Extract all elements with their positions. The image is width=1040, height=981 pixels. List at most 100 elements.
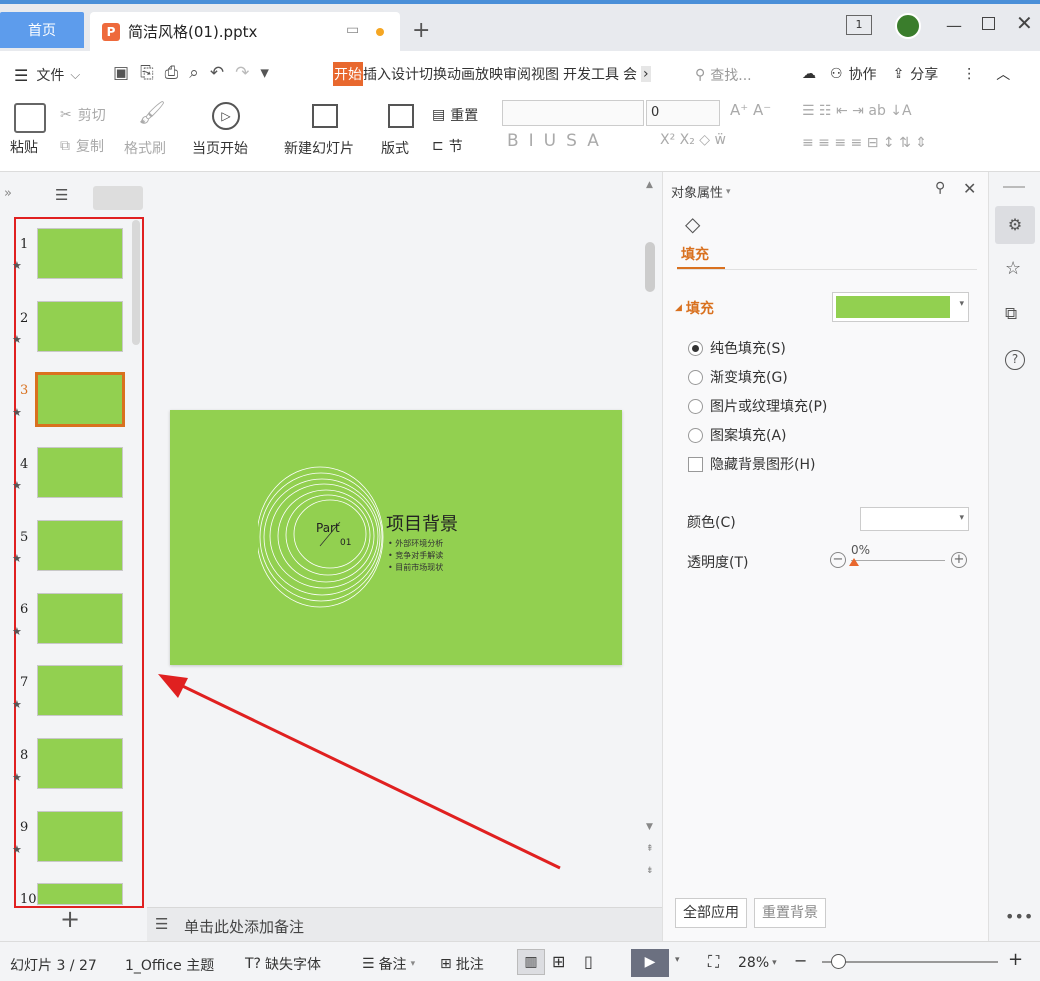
copy-button[interactable]: 复制 — [76, 136, 104, 156]
apply-all-button[interactable]: 全部应用 — [675, 898, 747, 928]
layout-button[interactable]: 版式 — [381, 138, 409, 158]
panel-title[interactable]: 对象属性 — [671, 182, 723, 201]
slide-thumbnail-2[interactable] — [37, 301, 123, 352]
slide-thumbnail-10[interactable] — [37, 883, 123, 905]
ribbon-tab-developer[interactable]: 开发工具 — [563, 64, 619, 84]
fill-color-picker[interactable]: ▾ — [832, 292, 969, 322]
chevron-down-icon[interactable]: ▾ — [675, 955, 680, 965]
more-dropdown-icon[interactable]: ▾ — [260, 63, 269, 83]
slide-title[interactable]: 项目背景 — [386, 510, 458, 536]
paste-button[interactable]: 粘贴 — [10, 137, 38, 157]
decrease-transparency-button[interactable]: − — [830, 552, 846, 568]
editor-scrollbar[interactable] — [645, 242, 655, 292]
minimize-icon[interactable]: — — [946, 16, 962, 35]
radio-pattern-fill[interactable] — [688, 427, 703, 443]
play-from-current-button[interactable]: 当页开始 — [192, 138, 248, 158]
solid-fill-label[interactable]: 纯色填充(S) — [710, 338, 786, 358]
zoom-slider[interactable] — [822, 961, 998, 963]
play-icon[interactable]: ▷ — [212, 102, 240, 130]
new-tab-button[interactable]: + — [412, 18, 430, 43]
close-panel-icon[interactable]: ✕ — [963, 179, 976, 198]
ribbon-tab-transition[interactable]: 切换 — [419, 64, 447, 84]
ribbon-tab-review[interactable]: 审阅 — [503, 64, 531, 84]
new-slide-button[interactable]: 新建幻灯片 — [284, 138, 354, 158]
radio-picture-fill[interactable] — [688, 398, 703, 414]
cut-button[interactable]: 剪切 — [78, 105, 106, 125]
scroll-up-icon[interactable]: ▲ — [646, 180, 653, 190]
font-size-select[interactable]: 0 — [646, 100, 720, 126]
redo-icon[interactable]: ↷ — [235, 63, 249, 83]
slide-sorter-icon[interactable]: ⊞ — [552, 952, 565, 971]
thumbnail-scrollbar[interactable] — [132, 220, 140, 345]
file-menu[interactable]: 文件 — [36, 65, 64, 85]
fit-window-icon[interactable]: ⛶ — [708, 952, 719, 972]
transition-icon[interactable]: ⧉ — [1005, 304, 1017, 324]
thumbnail-view-button[interactable] — [93, 186, 143, 210]
tab-document[interactable]: P 简洁风格(01).pptx ▭ — [90, 12, 400, 51]
paste-icon[interactable] — [14, 103, 46, 133]
ribbon-tab-design[interactable]: 设计 — [391, 64, 419, 84]
slide-thumbnail-3[interactable] — [35, 372, 125, 427]
tab-home[interactable]: 首页 — [0, 12, 84, 48]
section-button[interactable]: 节 — [449, 136, 463, 156]
new-slide-icon[interactable] — [312, 104, 338, 128]
pattern-fill-label[interactable]: 图案填充(A) — [710, 425, 787, 445]
current-slide[interactable]: Part 01 项目背景 • 外部环境分析 • 竞争对手解读 • 目前市场现状 — [170, 410, 622, 665]
layout-icon[interactable] — [388, 104, 414, 128]
collab-button[interactable]: 协作 — [849, 64, 877, 84]
slider-thumb[interactable] — [849, 558, 859, 566]
collapse-triangle-icon[interactable]: ◢ — [675, 303, 682, 313]
print-icon[interactable]: ⎙ — [165, 63, 179, 83]
window-layout-icon[interactable]: 1 — [846, 15, 872, 35]
share-button[interactable]: 分享 — [910, 64, 938, 84]
slide-thumbnail-4[interactable] — [37, 447, 123, 498]
maximize-icon[interactable] — [982, 17, 995, 30]
export-icon[interactable]: ⎘ — [140, 63, 154, 83]
list-icons[interactable]: ☰ ☷ ⇤ ⇥ ab ↓A — [802, 103, 912, 119]
zoom-level[interactable]: 28% — [738, 955, 769, 971]
ribbon-tab-home[interactable]: 开始 — [333, 62, 363, 86]
font-family-select[interactable] — [502, 100, 644, 126]
cloud-icon[interactable]: ☁ — [802, 66, 816, 82]
hide-background-label[interactable]: 隐藏背景图形(H) — [710, 454, 815, 474]
menu-hamburger-icon[interactable]: ☰ — [14, 66, 28, 85]
slide-bullets[interactable]: • 外部环境分析 • 竞争对手解读 • 目前市场现状 — [388, 538, 443, 574]
font-grow-shrink-icon[interactable]: A⁺ A⁻ — [730, 101, 771, 119]
star-icon[interactable]: ☆ — [1005, 258, 1021, 279]
drag-handle[interactable] — [1003, 186, 1025, 188]
theme-name[interactable]: 1_Office 主题 — [125, 955, 214, 975]
more-icon[interactable]: ••• — [1005, 907, 1033, 926]
monitor-icon[interactable]: ▭ — [346, 22, 359, 38]
radio-gradient-fill[interactable] — [688, 369, 703, 385]
slide-thumbnail-1[interactable] — [37, 228, 123, 279]
ribbon-tab-insert[interactable]: 插入 — [363, 64, 391, 84]
slide-thumbnail-5[interactable] — [37, 520, 123, 571]
print-preview-icon[interactable]: ⌕ — [189, 63, 199, 83]
slide-thumbnail-7[interactable] — [37, 665, 123, 716]
scroll-down-icon[interactable]: ▼ — [646, 822, 653, 832]
undo-icon[interactable]: ↶ — [210, 63, 224, 83]
ribbon-tab-view[interactable]: 视图 — [531, 64, 559, 84]
tab-fill[interactable]: 填充 — [681, 244, 709, 264]
comment-button[interactable]: 批注 — [456, 954, 484, 974]
transparency-slider[interactable] — [851, 560, 945, 561]
prev-slide-icon[interactable]: ⇞ — [646, 844, 654, 854]
reset-button[interactable]: 重置 — [450, 105, 478, 125]
save-icon[interactable]: ▣ — [113, 63, 129, 83]
font-style-icons[interactable]: BIUSA — [507, 131, 609, 151]
align-icons[interactable]: ≡ ≡ ≡ ≡ ⊟ ↕ ⇅ ⇕ — [802, 135, 927, 151]
more-icon[interactable]: ⋮ — [962, 66, 976, 82]
collapse-ribbon-icon[interactable]: ︿ — [996, 64, 1010, 84]
slide-thumbnail-9[interactable] — [37, 811, 123, 862]
ribbon-tab-member[interactable]: 会 — [623, 64, 637, 84]
play-slideshow-button[interactable]: ▶ — [631, 949, 669, 977]
search-input[interactable]: 查找... — [710, 65, 751, 85]
zoom-slider-thumb[interactable] — [831, 954, 846, 969]
picture-fill-label[interactable]: 图片或纹理填充(P) — [710, 396, 827, 416]
increase-transparency-button[interactable]: + — [951, 552, 967, 568]
gradient-fill-label[interactable]: 渐变填充(G) — [710, 367, 788, 387]
reset-background-button[interactable]: 重置背景 — [754, 898, 826, 928]
slide-thumbnail-8[interactable] — [37, 738, 123, 789]
help-icon[interactable]: ? — [1005, 350, 1025, 370]
slide-thumbnail-6[interactable] — [37, 593, 123, 644]
